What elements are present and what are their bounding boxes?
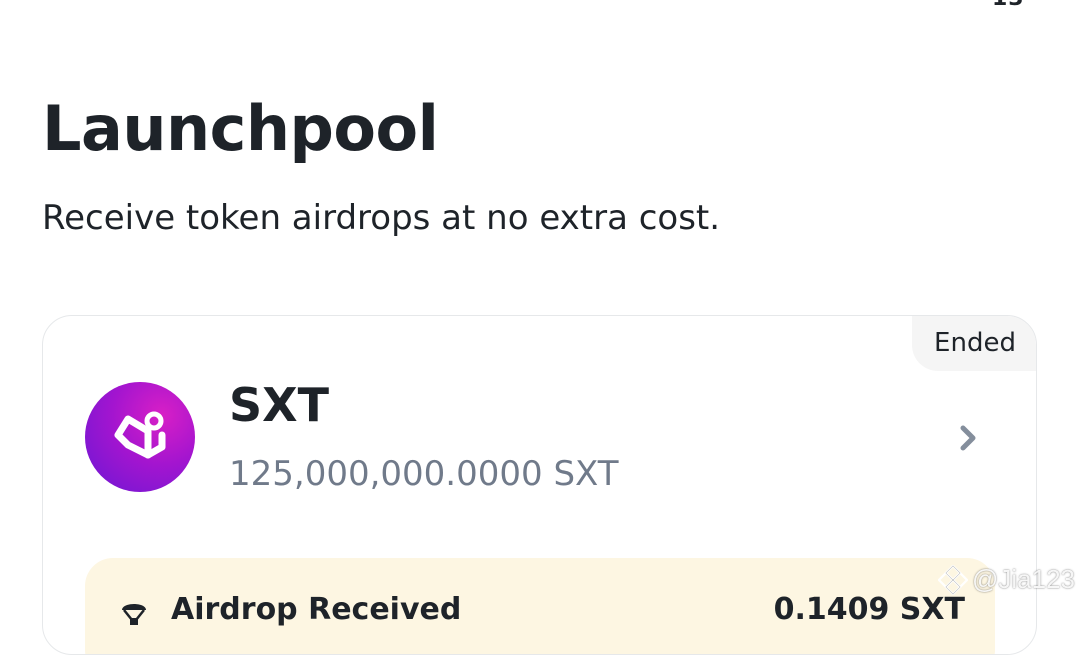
binance-square-logo-icon xyxy=(938,564,968,595)
page-title: Launchpool xyxy=(42,92,439,165)
page-subtitle: Receive token airdrops at no extra cost. xyxy=(42,198,721,238)
token-symbol: SXT xyxy=(229,378,329,432)
token-total-amount: 125,000,000.0000 SXT xyxy=(229,454,619,494)
airdrop-icon xyxy=(122,604,146,625)
sxt-token-logo-icon xyxy=(85,382,195,492)
airdrop-received-label: Airdrop Received xyxy=(171,592,462,627)
header-corner-fragment: 13 xyxy=(992,0,1025,11)
chevron-right-icon[interactable] xyxy=(955,421,983,455)
status-badge: Ended xyxy=(912,316,1036,371)
airdrop-received-value: 0.1409 SXT xyxy=(773,592,965,627)
watermark-handle: @Jia123 xyxy=(972,564,1076,594)
chevron-right-glyph xyxy=(960,425,976,451)
sxt-logo-mark xyxy=(114,411,166,459)
launchpool-project-card[interactable]: Ended SXT 125,000,000.0000 SXT Airdrop R… xyxy=(42,315,1037,655)
watermark: @Jia123 xyxy=(938,564,1075,595)
